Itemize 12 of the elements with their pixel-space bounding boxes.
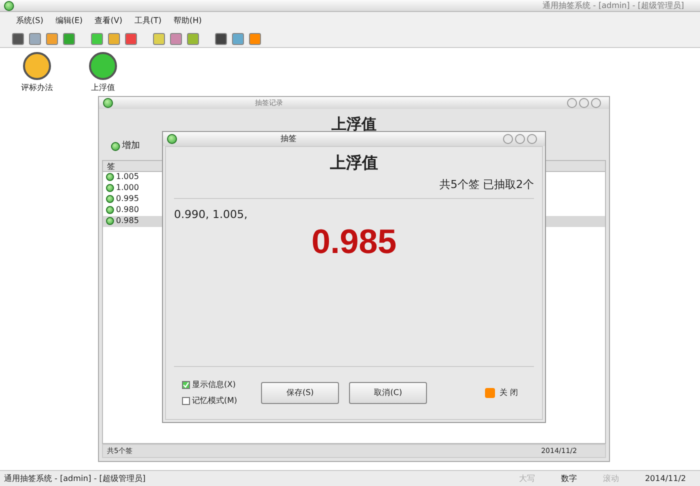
draw-summary: 共5个签 已抽取2个 (174, 177, 534, 198)
status-text: 通用抽签系统 - [admin] - [超级管理员] (4, 472, 146, 484)
window-title: 通用抽签系统 - [admin] - [超级管理员] (542, 2, 684, 10)
window-title: 抽签 (280, 135, 296, 143)
status-text: 数字 (560, 472, 577, 484)
drawn-history: 0.990, 1.005, (174, 206, 248, 222)
status-text: 大写 (518, 472, 535, 484)
dialog-heading: 上浮值 (329, 152, 379, 174)
records-heading: 上浮值 (330, 114, 378, 135)
draw-result: 0.985 (310, 225, 398, 259)
status-text: 滚动 (602, 472, 619, 484)
status-text: 2014/11/2 (644, 472, 686, 484)
